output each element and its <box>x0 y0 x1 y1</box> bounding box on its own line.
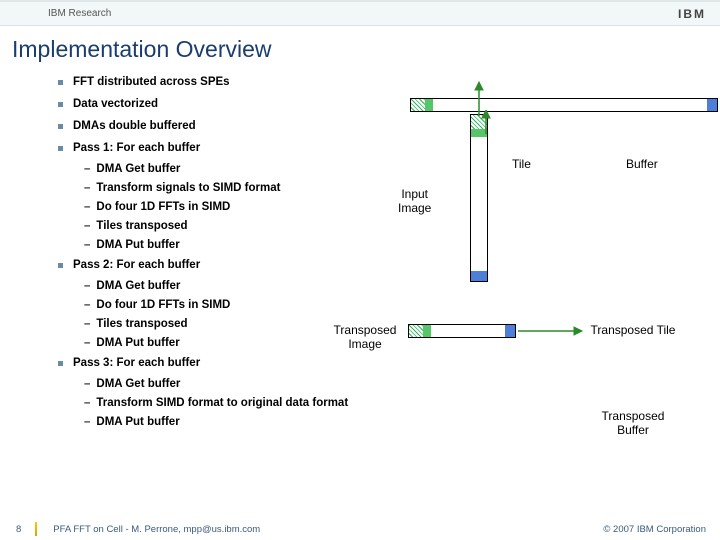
sub-bullet-text: Tiles transposed <box>96 318 187 330</box>
buffer-bar <box>410 98 718 112</box>
sub-bullet-text: Transform signals to SIMD format <box>96 182 280 194</box>
page-number: 8 <box>16 524 21 535</box>
ibm-logo: IBM <box>678 7 706 21</box>
header-bar: IBM Research IBM <box>0 0 720 26</box>
dash-icon: – <box>84 239 90 251</box>
sub-bullet-text: DMA Put buffer <box>96 239 179 251</box>
label-transposed-image: Transposed Image <box>324 324 406 352</box>
sub-bullet-text: DMA Get buffer <box>96 163 180 175</box>
dash-icon: – <box>84 220 90 232</box>
transposed-row <box>408 324 516 338</box>
footer-copyright: © 2007 IBM Corporation <box>603 524 706 535</box>
bullet-square-icon <box>58 146 63 151</box>
arrow-tile-to-buffer-2 <box>480 110 510 140</box>
bullet-square-icon <box>58 263 63 268</box>
dash-icon: – <box>84 280 90 292</box>
dash-icon: – <box>84 378 90 390</box>
page-title: Implementation Overview <box>0 26 720 71</box>
dash-icon: – <box>84 416 90 428</box>
dash-icon: – <box>84 182 90 194</box>
sub-bullet-text: Do four 1D FFTs in SIMD <box>96 299 230 311</box>
header-research: IBM Research <box>48 8 111 19</box>
dash-icon: – <box>84 318 90 330</box>
arrow-row-to-tile <box>516 323 586 339</box>
bullet-square-icon <box>58 102 63 107</box>
dash-icon: – <box>84 299 90 311</box>
dash-icon: – <box>84 397 90 409</box>
label-buffer: Buffer <box>626 158 658 172</box>
label-input-image: Input Image <box>398 188 431 216</box>
label-tile: Tile <box>512 158 531 172</box>
bullet-text: Data vectorized <box>73 98 158 110</box>
bullet-text: FFT distributed across SPEs <box>73 76 230 88</box>
sub-bullet-text: DMA Get buffer <box>96 378 180 390</box>
footer-divider <box>35 522 37 536</box>
sub-bullet-text: Tiles transposed <box>96 220 187 232</box>
dash-icon: – <box>84 201 90 213</box>
sub-bullet-text: DMA Put buffer <box>96 416 179 428</box>
bullet-text: Pass 2: For each buffer <box>73 259 200 271</box>
label-transposed-tile: Transposed Tile <box>588 324 678 338</box>
sub-bullet-text: Do four 1D FFTs in SIMD <box>96 201 230 213</box>
footer: 8 PFA FFT on Cell - M. Perrone, mpp@us.i… <box>0 518 720 540</box>
bullet-text: Pass 1: For each buffer <box>73 142 200 154</box>
bullet-text: DMAs double buffered <box>73 120 196 132</box>
dash-icon: – <box>84 163 90 175</box>
dash-icon: – <box>84 337 90 349</box>
bullet-text: Pass 3: For each buffer <box>73 357 200 369</box>
diagram: Tile Buffer Input Image Transposed Image… <box>370 80 710 500</box>
bullet-square-icon <box>58 361 63 366</box>
sub-bullet-text: DMA Get buffer <box>96 280 180 292</box>
bullet-square-icon <box>58 80 63 85</box>
sub-bullet-text: DMA Put buffer <box>96 337 179 349</box>
sub-bullet-text: Transform SIMD format to original data f… <box>96 397 348 409</box>
footer-text: PFA FFT on Cell - M. Perrone, mpp@us.ibm… <box>53 524 260 535</box>
label-transposed-buffer: Transposed Buffer <box>588 410 678 438</box>
bullet-square-icon <box>58 124 63 129</box>
